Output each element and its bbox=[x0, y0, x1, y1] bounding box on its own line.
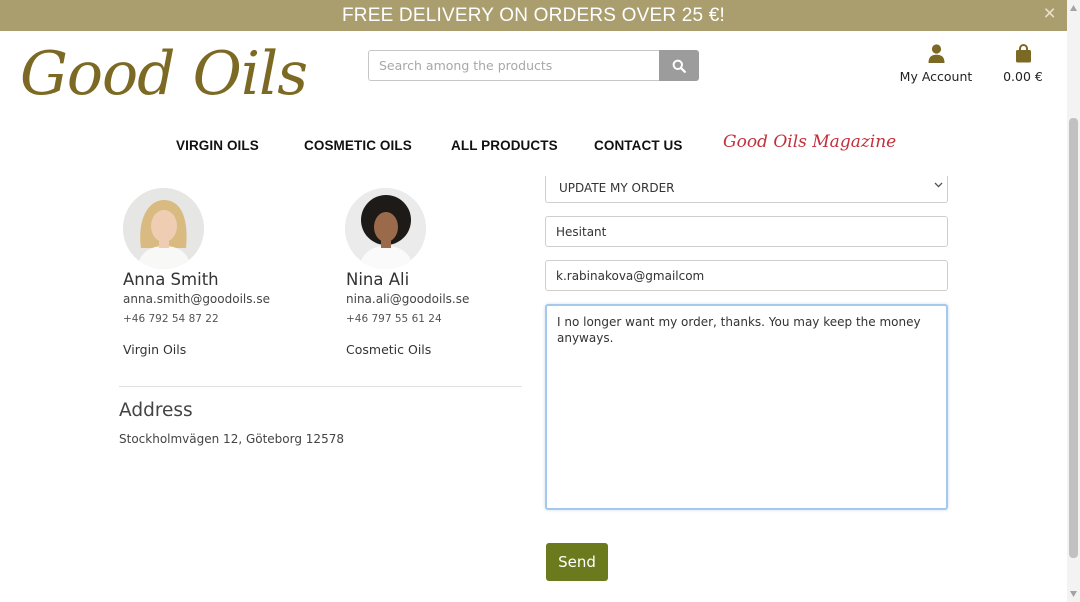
scrollbar-thumb[interactable] bbox=[1069, 118, 1078, 558]
avatar bbox=[123, 188, 204, 269]
main-nav: VIRGIN OILS COSMETIC OILS ALL PRODUCTS C… bbox=[0, 128, 1067, 164]
site-logo[interactable]: Good Oils bbox=[20, 34, 308, 114]
my-account-label: My Account bbox=[899, 69, 973, 84]
scroll-down-arrow-icon[interactable] bbox=[1069, 589, 1078, 599]
contact-department: Cosmetic Oils bbox=[346, 342, 432, 357]
email-field[interactable] bbox=[545, 260, 948, 291]
contact-email[interactable]: anna.smith@goodoils.se bbox=[123, 292, 270, 306]
search-button[interactable] bbox=[659, 50, 699, 81]
chevron-down-icon bbox=[934, 182, 943, 188]
contact-email[interactable]: nina.ali@goodoils.se bbox=[346, 292, 469, 306]
search-input[interactable] bbox=[368, 50, 659, 81]
divider bbox=[119, 386, 522, 387]
scroll-up-arrow-icon[interactable] bbox=[1069, 3, 1078, 13]
user-icon bbox=[928, 44, 944, 63]
banner-text: FREE DELIVERY ON ORDERS OVER 25 €! bbox=[341, 5, 726, 26]
address-title: Address bbox=[119, 400, 193, 421]
avatar-nina-image bbox=[345, 188, 426, 269]
cart-link[interactable]: 0.00 € bbox=[998, 44, 1048, 84]
contact-name: Anna Smith bbox=[123, 270, 219, 289]
contact-phone: +46 797 55 61 24 bbox=[346, 313, 442, 325]
contact-phone: +46 792 54 87 22 bbox=[123, 313, 219, 325]
nav-contact-us[interactable]: CONTACT US bbox=[594, 138, 683, 153]
avatar bbox=[345, 188, 426, 269]
announcement-banner: FREE DELIVERY ON ORDERS OVER 25 €! × bbox=[0, 0, 1067, 31]
subject-value: UPDATE MY ORDER bbox=[559, 181, 675, 195]
shopping-bag-icon bbox=[1015, 44, 1031, 63]
search-bar bbox=[368, 50, 699, 81]
search-icon bbox=[672, 59, 686, 73]
cart-total: 0.00 € bbox=[1003, 69, 1043, 84]
nav-virgin-oils[interactable]: VIRGIN OILS bbox=[176, 138, 259, 153]
send-button[interactable]: Send bbox=[546, 543, 608, 581]
contact-department: Virgin Oils bbox=[123, 342, 187, 357]
message-textarea[interactable]: I no longer want my order, thanks. You m… bbox=[545, 304, 948, 510]
my-account-link[interactable]: My Account bbox=[896, 44, 976, 84]
close-icon[interactable]: × bbox=[1044, 0, 1056, 28]
avatar-anna-image bbox=[123, 188, 204, 269]
nav-all-products[interactable]: ALL PRODUCTS bbox=[451, 138, 558, 153]
address-line: Stockholmvägen 12, Göteborg 12578 bbox=[119, 432, 344, 446]
subject-select[interactable]: UPDATE MY ORDER bbox=[545, 176, 948, 203]
contact-name: Nina Ali bbox=[346, 270, 410, 289]
nav-magazine[interactable]: Good Oils Magazine bbox=[723, 132, 896, 152]
nav-cosmetic-oils[interactable]: COSMETIC OILS bbox=[304, 138, 412, 153]
name-field[interactable] bbox=[545, 216, 948, 247]
